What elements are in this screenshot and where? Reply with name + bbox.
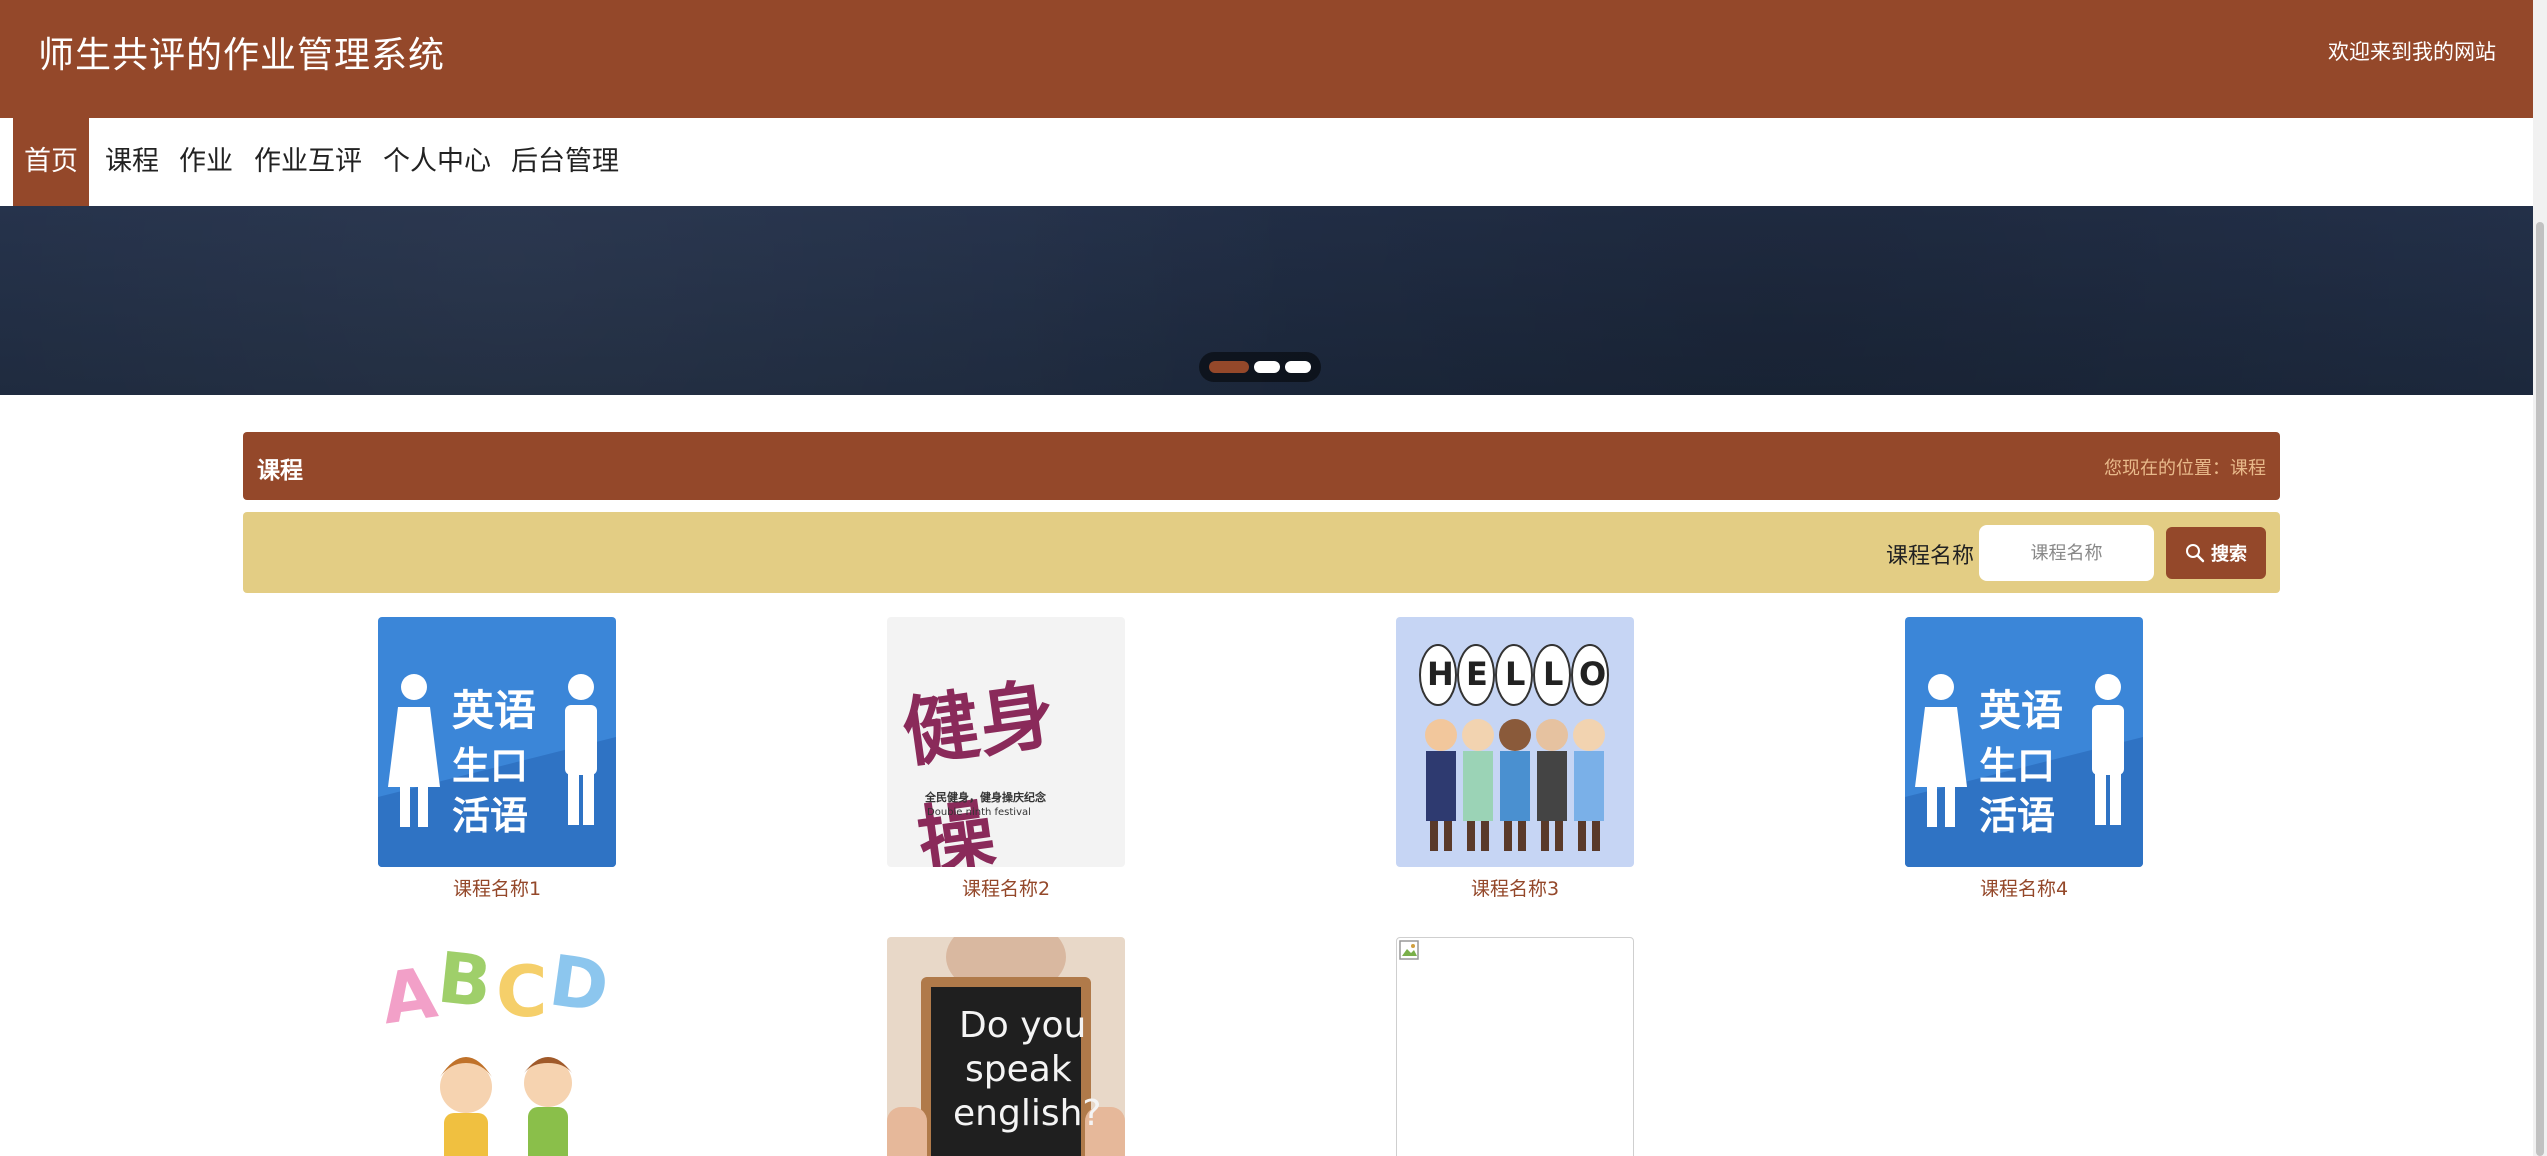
image-caption: 全民健身，健身操庆纪念 <box>925 791 1046 804</box>
nav-admin[interactable]: 后台管理 <box>509 118 621 206</box>
image-text: 活语 <box>452 794 529 838</box>
image-text: L <box>1543 655 1564 693</box>
course-card-3[interactable]: H E L L O 课程名称3 <box>1396 617 1634 901</box>
image-text: 英语 <box>452 686 537 735</box>
image-text: 生口 <box>1979 744 2056 788</box>
carousel-indicators <box>1199 352 1321 382</box>
course-image[interactable]: H E L L O <box>1396 617 1634 867</box>
course-card-2[interactable]: 健身操 全民健身，健身操庆纪念 Double ninth festival 课程… <box>887 617 1125 901</box>
search-input[interactable] <box>1979 525 2154 581</box>
carousel-dot-1[interactable] <box>1209 361 1249 373</box>
course-name[interactable]: 课程名称2 <box>887 874 1125 901</box>
course-image[interactable]: 健身操 全民健身，健身操庆纪念 Double ninth festival <box>887 617 1125 867</box>
nav-homework[interactable]: 作业 <box>174 118 238 206</box>
image-text: 英语 <box>1979 686 2064 735</box>
image-text: O <box>1579 655 1607 693</box>
breadcrumb: 您现在的位置：课程 <box>2104 458 2266 479</box>
scrollbar[interactable] <box>2533 0 2547 1156</box>
carousel-dot-2[interactable] <box>1254 361 1280 373</box>
image-text: H <box>1427 655 1454 693</box>
scrollbar-thumb[interactable] <box>2536 222 2544 1156</box>
course-image[interactable]: 英语 生口 活语 <box>378 617 616 867</box>
site-header: 师生共评的作业管理系统 欢迎来到我的网站 <box>0 0 2533 118</box>
course-image[interactable]: Do you speak english? <box>887 937 1125 1156</box>
course-card-4[interactable]: 英语 生口 活语 课程名称4 <box>1905 617 2143 901</box>
image-text: 活语 <box>1979 794 2056 838</box>
search-button-label: 搜索 <box>2211 544 2247 565</box>
main-nav: 首页 课程 作业 作业互评 个人中心 后台管理 <box>0 118 2533 206</box>
search-label: 课程名称 <box>1886 544 1975 569</box>
image-text: speak <box>965 1049 1072 1090</box>
search-button[interactable]: 搜索 <box>2166 527 2266 579</box>
nav-personal-center[interactable]: 个人中心 <box>381 118 493 206</box>
search-bar: 课程名称 搜索 <box>243 512 2280 593</box>
course-card-5[interactable]: A B C D <box>378 937 616 1156</box>
course-card-6[interactable]: Do you speak english? <box>887 937 1125 1156</box>
nav-course[interactable]: 课程 <box>100 118 164 206</box>
image-text: E <box>1466 655 1488 693</box>
course-image[interactable]: 英语 生口 活语 <box>1905 617 2143 867</box>
course-card-7[interactable] <box>1396 937 1634 1156</box>
banner-carousel <box>0 206 2533 395</box>
image-text: 健身操 <box>897 668 1061 867</box>
welcome-text: 欢迎来到我的网站 <box>2328 40 2496 64</box>
course-image[interactable]: A B C D <box>378 937 616 1156</box>
nav-home[interactable]: 首页 <box>13 118 89 206</box>
image-text: Do you <box>959 1005 1087 1046</box>
site-title: 师生共评的作业管理系统 <box>38 35 446 76</box>
course-image-graphic <box>440 1057 572 1156</box>
course-name[interactable]: 课程名称3 <box>1396 874 1634 901</box>
broken-image-icon <box>1399 940 1419 960</box>
nav-peer-review[interactable]: 作业互评 <box>250 118 366 206</box>
course-image[interactable] <box>1396 937 1634 1156</box>
image-text: L <box>1505 655 1526 693</box>
image-text: english? <box>953 1093 1102 1134</box>
carousel-dot-3[interactable] <box>1285 361 1311 373</box>
image-text: 生口 <box>452 744 529 788</box>
section-title: 课程 <box>257 458 303 484</box>
course-card-1[interactable]: 英语 生口 活语 课程名称1 <box>378 617 616 901</box>
course-name[interactable]: 课程名称4 <box>1905 874 2143 901</box>
search-icon <box>2186 544 2205 563</box>
image-caption: Double ninth festival <box>927 807 1031 818</box>
section-header: 课程 您现在的位置：课程 <box>243 432 2280 500</box>
course-name[interactable]: 课程名称1 <box>378 874 616 901</box>
